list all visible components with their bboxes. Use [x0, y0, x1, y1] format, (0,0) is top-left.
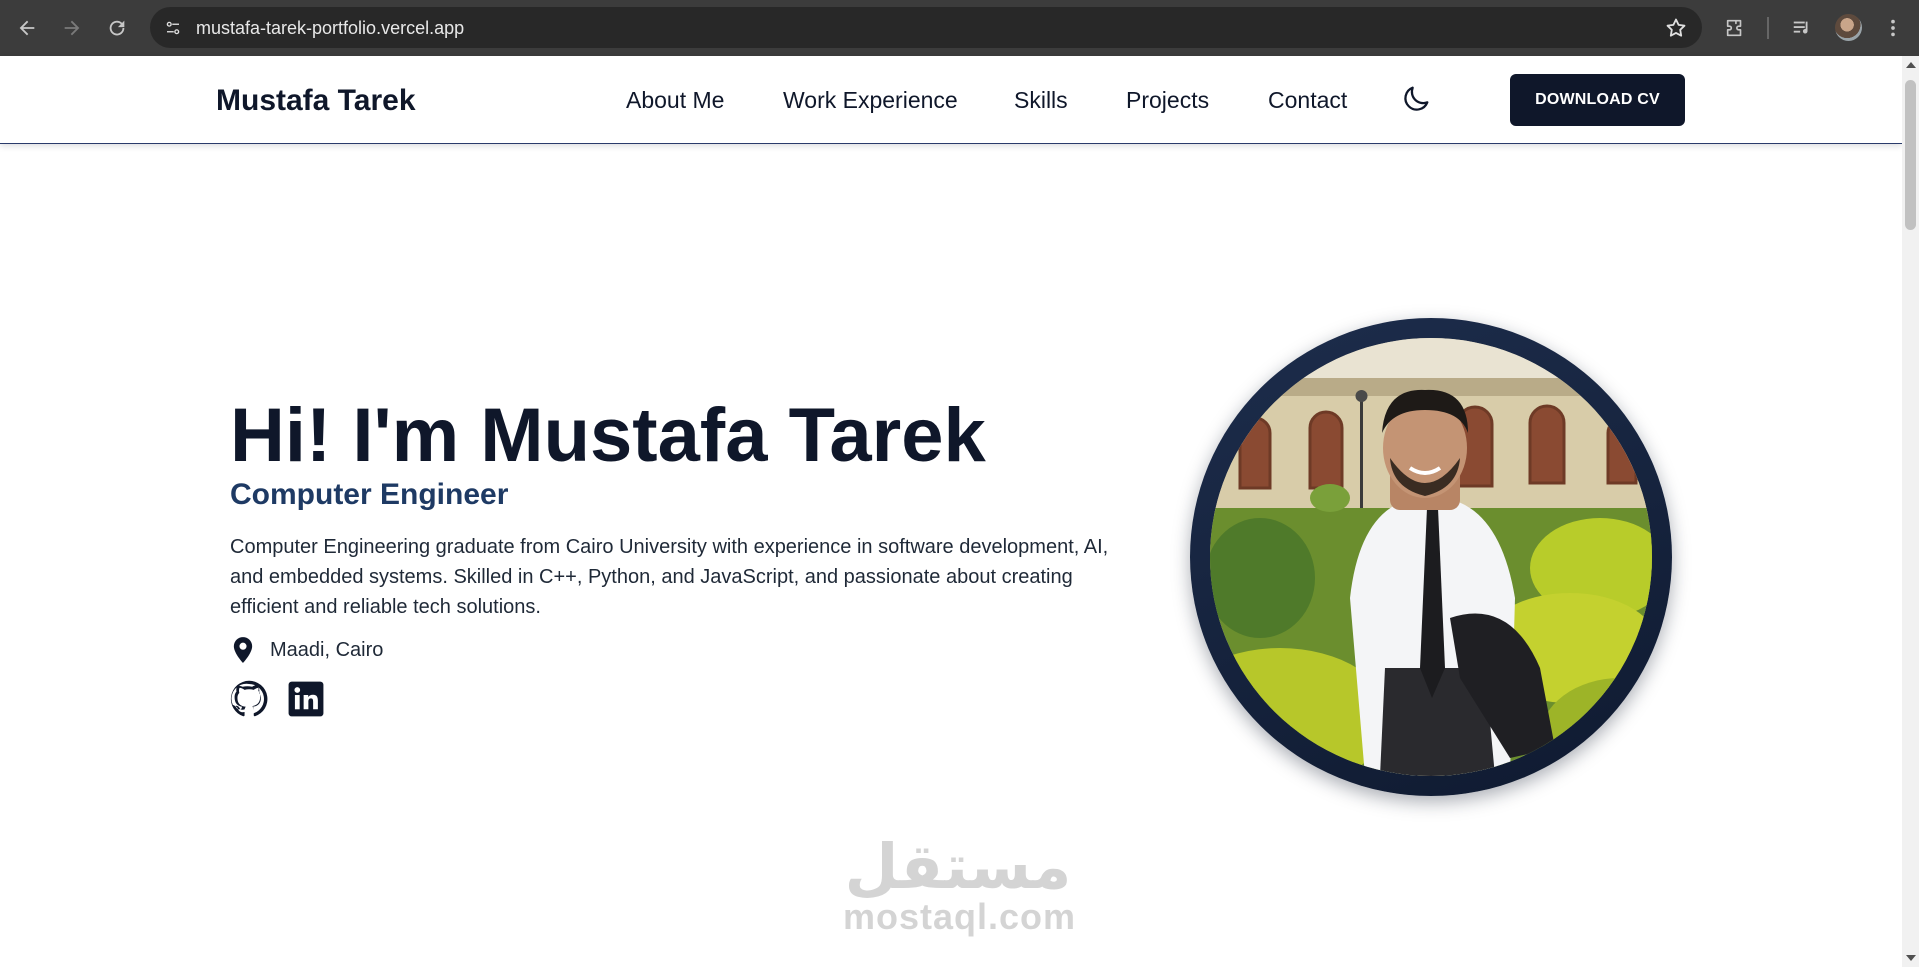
brand-logo-text[interactable]: Mustafa Tarek: [216, 84, 416, 118]
more-menu-icon[interactable]: [1878, 13, 1908, 43]
location-pin-icon: [233, 637, 253, 663]
hero-title: Hi! I'm Mustafa Tarek: [230, 393, 986, 478]
media-controls-icon[interactable]: [1787, 13, 1817, 43]
bookmark-star-icon[interactable]: [1664, 16, 1688, 40]
reload-icon[interactable]: [101, 12, 133, 44]
profile-photo-frame: [1190, 318, 1672, 796]
scroll-up-arrow-icon[interactable]: [1906, 62, 1916, 68]
scrollbar-thumb[interactable]: [1905, 80, 1916, 230]
github-icon[interactable]: [230, 680, 268, 718]
watermark-arabic: مستقل: [844, 830, 1072, 903]
location-text: Maadi, Cairo: [270, 638, 384, 661]
profile-photo: [1210, 338, 1652, 776]
page-scrollbar[interactable]: [1902, 56, 1919, 967]
linkedin-icon[interactable]: [287, 680, 325, 718]
hero-bio: Computer Engineering graduate from Cairo…: [230, 536, 1109, 618]
social-links: [230, 680, 344, 718]
moon-icon[interactable]: [1400, 83, 1432, 115]
profile-avatar[interactable]: [1835, 14, 1862, 41]
nav-skills[interactable]: Skills: [1014, 87, 1068, 114]
site-settings-icon[interactable]: [159, 14, 187, 42]
browser-toolbar: mustafa-tarek-portfolio.vercel.app: [0, 0, 1919, 56]
download-cv-button[interactable]: DOWNLOAD CV: [1510, 74, 1685, 126]
toolbar-divider: [1767, 17, 1769, 39]
address-bar[interactable]: mustafa-tarek-portfolio.vercel.app: [150, 7, 1702, 48]
hero-subtitle: Computer Engineer: [230, 478, 509, 511]
location: Maadi, Cairo: [230, 636, 383, 664]
url-text: mustafa-tarek-portfolio.vercel.app: [196, 18, 465, 38]
nav-contact[interactable]: Contact: [1268, 87, 1347, 114]
mostaql-watermark: مستقل mostaql.com: [843, 830, 1077, 937]
back-arrow-icon[interactable]: [11, 12, 43, 44]
nav-about-me[interactable]: About Me: [626, 87, 724, 114]
extensions-icon[interactable]: [1720, 13, 1750, 43]
scroll-down-arrow-icon[interactable]: [1906, 955, 1916, 961]
nav-projects[interactable]: Projects: [1126, 87, 1209, 114]
site-header: Mustafa Tarek About Me Work Experience S…: [0, 56, 1902, 144]
nav-work-experience[interactable]: Work Experience: [783, 87, 958, 114]
forward-arrow-icon[interactable]: [56, 12, 88, 44]
watermark-latin: mostaql.com: [843, 896, 1077, 937]
